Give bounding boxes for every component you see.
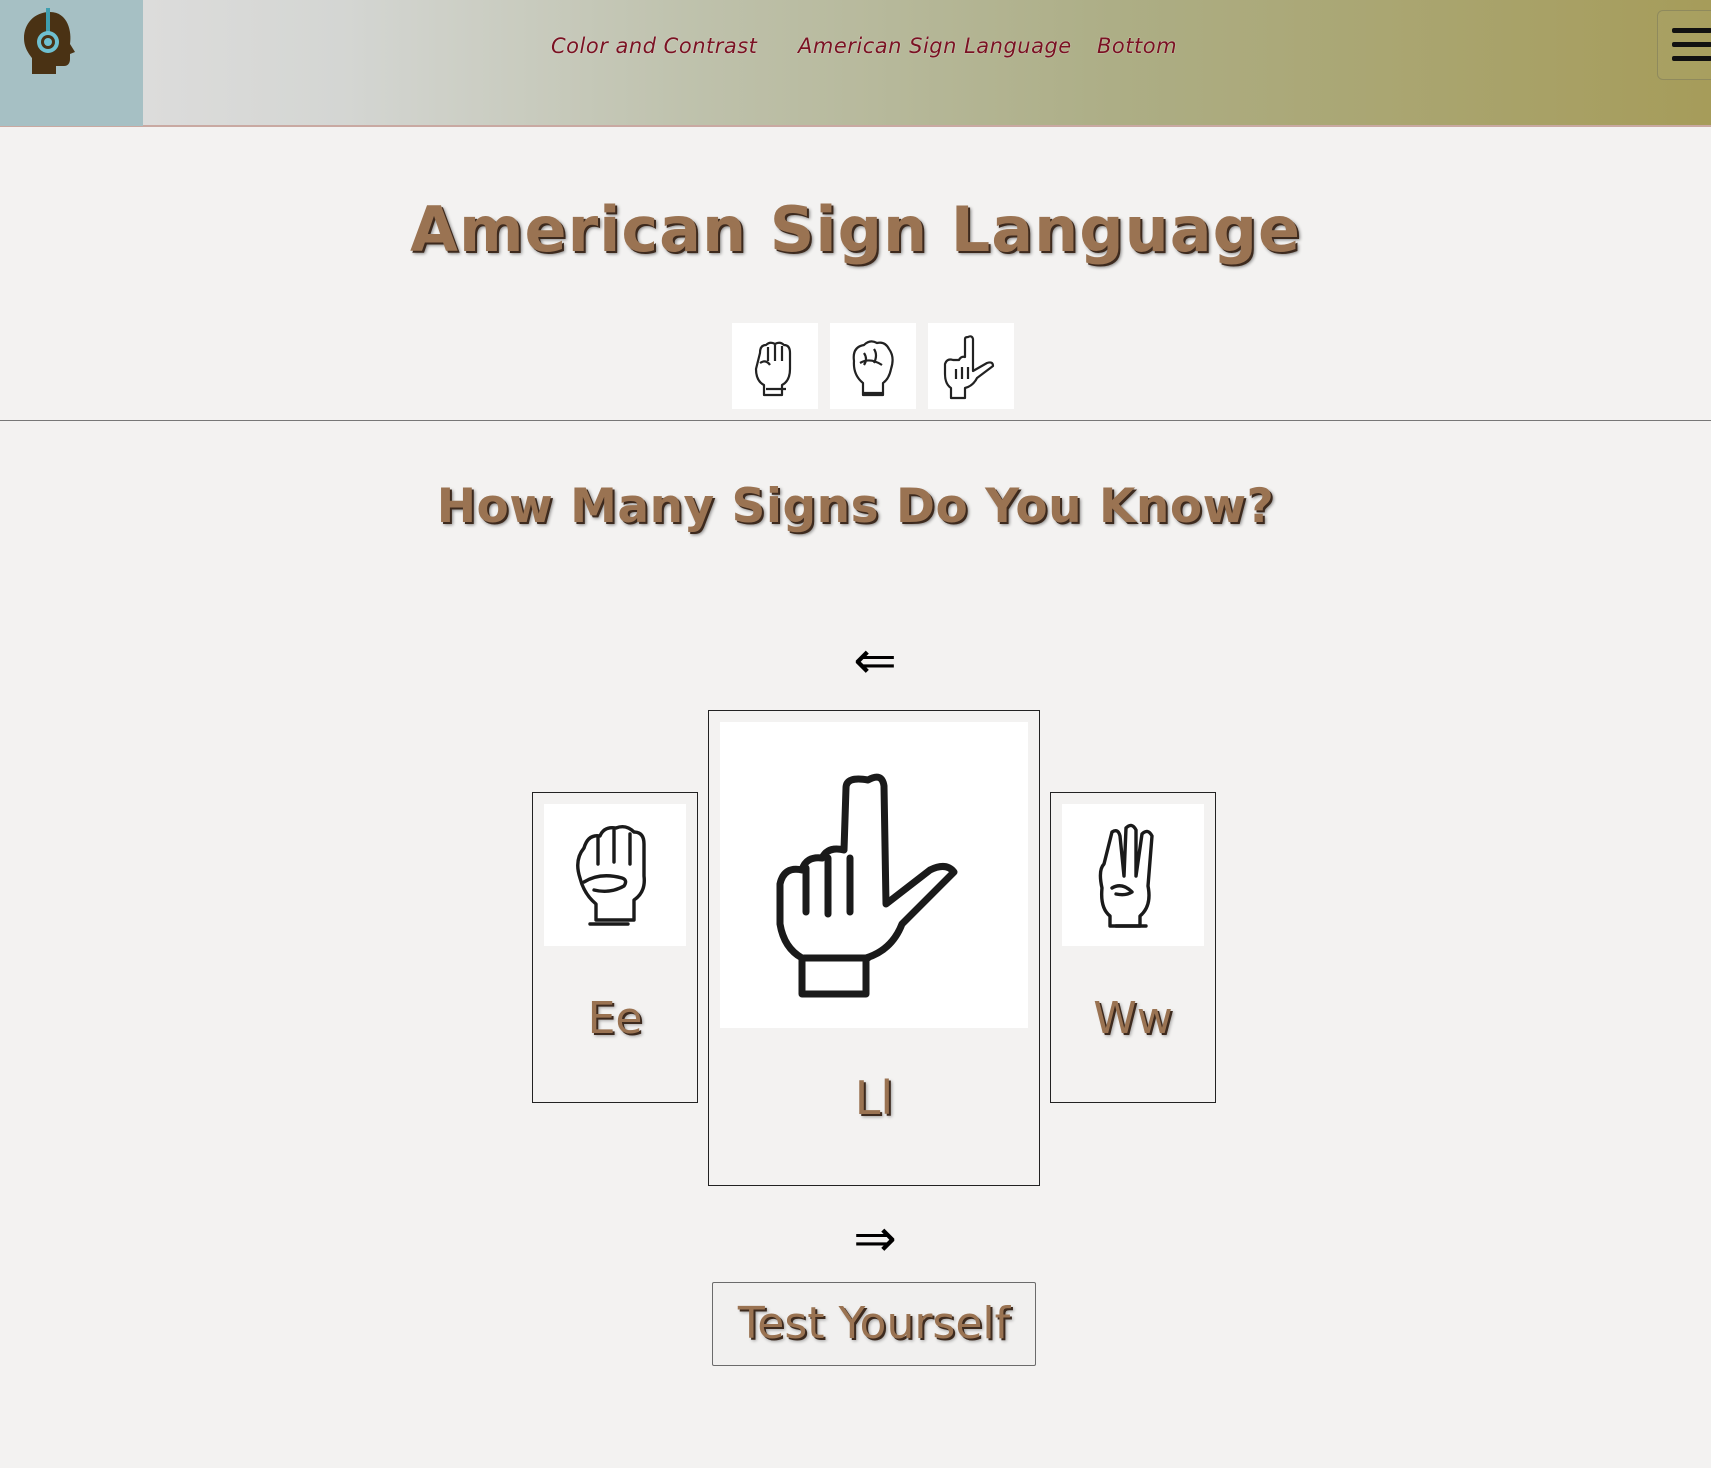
page-title: American Sign Language bbox=[409, 193, 1302, 266]
sign-card-l[interactable]: Ll bbox=[708, 710, 1040, 1186]
carousel-prev-arrow[interactable]: ⇐ bbox=[800, 635, 950, 687]
asl-hand-sign-l-icon bbox=[720, 722, 1028, 1028]
test-yourself-button[interactable]: Test Yourself bbox=[712, 1282, 1036, 1366]
carousel-next-arrow[interactable]: ⇒ bbox=[800, 1213, 950, 1265]
nav-american-sign-language[interactable]: American Sign Language bbox=[798, 34, 1072, 58]
section-divider bbox=[0, 420, 1711, 421]
title-sign-images bbox=[732, 323, 1016, 409]
sign-card-letter: Ll bbox=[854, 1071, 894, 1125]
main-nav: Color and Contrast American Sign Languag… bbox=[0, 34, 1711, 64]
hamburger-menu-icon-bar bbox=[1672, 56, 1711, 61]
hamburger-menu-button[interactable] bbox=[1657, 10, 1711, 80]
site-header: Color and Contrast American Sign Languag… bbox=[0, 0, 1711, 127]
nav-color-contrast[interactable]: Color and Contrast bbox=[551, 34, 757, 58]
asl-hand-sign-w-icon bbox=[1062, 804, 1204, 946]
quiz-title: How Many Signs Do You Know? bbox=[436, 479, 1275, 534]
asl-hand-sign-a-icon bbox=[732, 323, 818, 409]
sign-card-w[interactable]: Ww bbox=[1050, 792, 1216, 1103]
hamburger-menu-icon-bar bbox=[1672, 42, 1711, 47]
asl-hand-sign-l-icon bbox=[928, 323, 1014, 409]
nav-bottom[interactable]: Bottom bbox=[1097, 34, 1177, 58]
asl-hand-sign-s-icon bbox=[830, 323, 916, 409]
hamburger-menu-icon bbox=[1672, 28, 1711, 33]
sign-card-letter: Ww bbox=[1093, 993, 1173, 1044]
asl-hand-sign-e-icon bbox=[544, 804, 686, 946]
sign-card-letter: Ee bbox=[587, 993, 643, 1044]
sign-card-e[interactable]: Ee bbox=[532, 792, 698, 1103]
